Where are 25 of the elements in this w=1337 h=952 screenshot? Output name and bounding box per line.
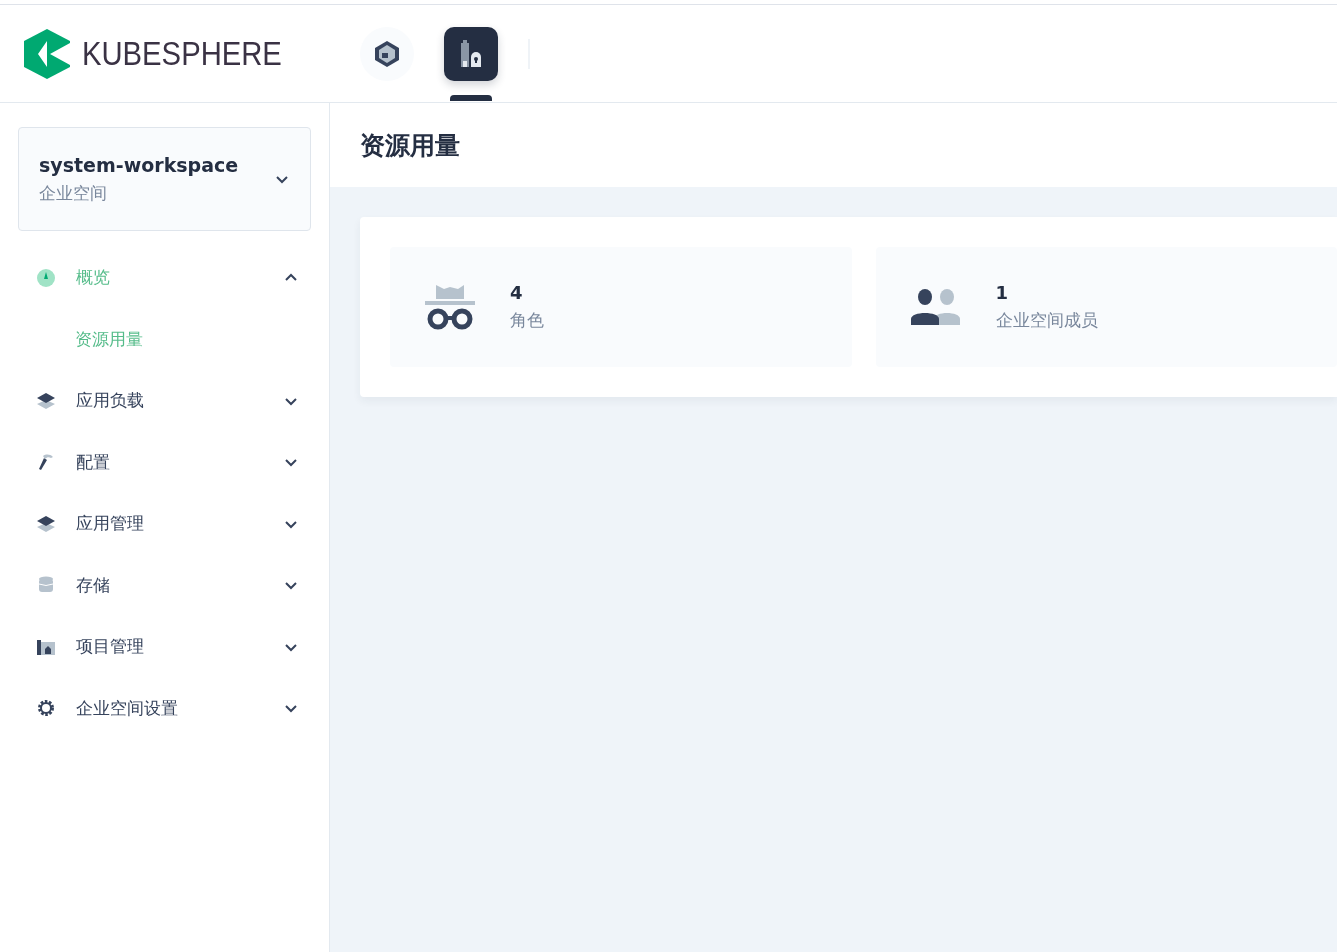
stat-label: 角色 (510, 309, 544, 332)
page-title: 资源用量 (360, 129, 460, 162)
incognito-icon (424, 283, 476, 331)
logo-icon (24, 28, 70, 79)
users-icon (909, 287, 962, 327)
workspace-name: system-workspace (39, 153, 239, 176)
sidebar-item[interactable]: 企业空间设置 (18, 677, 311, 739)
logo-text: KUBESPHERE (82, 34, 282, 73)
settings-icon (36, 698, 56, 719)
gauge-icon (36, 267, 56, 288)
cube-icon (372, 38, 402, 69)
active-indicator (450, 94, 492, 101)
sidebar-item[interactable]: 应用管理 (18, 493, 311, 555)
sidebar-item[interactable]: 配置 (18, 431, 311, 493)
stat-value: 4 (510, 282, 524, 303)
stat-label: 企业空间成员 (995, 309, 1098, 332)
layers-icon (36, 390, 56, 411)
sidebar-item[interactable]: 应用负载 (18, 370, 311, 432)
building-icon (459, 38, 483, 69)
workspace-type: 企业空间 (39, 181, 108, 205)
layers-icon (36, 513, 56, 534)
sidebar-item[interactable]: 项目管理 (18, 616, 311, 678)
stat-value: 1 (995, 282, 1010, 303)
sidebar-item[interactable]: 存储 (18, 554, 311, 616)
workspace-selector[interactable]: system-workspace 企业空间 (18, 127, 311, 231)
